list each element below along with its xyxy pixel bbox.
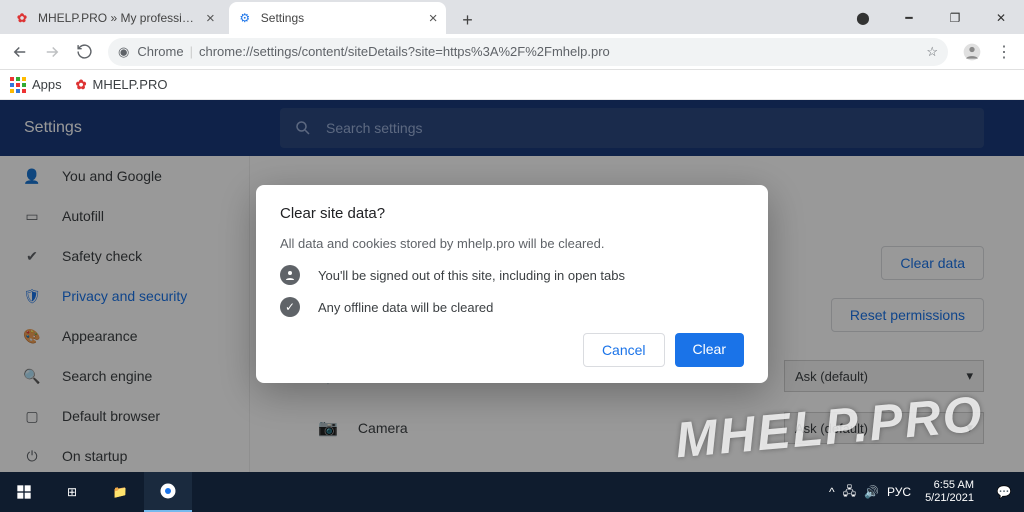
system-tray: ^ 🖧 🔊 РУС 6:55 AM 5/21/2021 💬: [829, 472, 1024, 512]
omnibox-prefix: Chrome: [137, 44, 183, 59]
volume-icon[interactable]: 🔊: [864, 485, 879, 499]
clear-button[interactable]: Clear: [675, 333, 744, 367]
bookmark-mhelp[interactable]: ✿ MHELP.PRO: [76, 77, 168, 93]
network-icon[interactable]: 🖧: [843, 482, 856, 503]
person-icon: [280, 265, 300, 285]
profile-button[interactable]: [958, 38, 986, 66]
ambient-icon[interactable]: ⬤: [840, 2, 886, 34]
apps-icon: [10, 77, 26, 93]
window-controls: ⬤ ━ ❐ ✕: [840, 2, 1024, 34]
explorer-button[interactable]: 📁: [96, 472, 144, 512]
toolbar: ◉ Chrome | chrome://settings/content/sit…: [0, 34, 1024, 70]
new-tab-button[interactable]: +: [454, 6, 482, 34]
dialog-body: All data and cookies stored by mhelp.pro…: [280, 236, 744, 251]
offline-icon: ✓: [280, 297, 300, 317]
clear-site-data-dialog: Clear site data? All data and cookies st…: [256, 185, 768, 383]
apps-shortcut[interactable]: Apps: [10, 77, 62, 93]
notifications-button[interactable]: 💬: [988, 472, 1020, 512]
dialog-title: Clear site data?: [280, 205, 744, 222]
minimize-button[interactable]: ━: [886, 2, 932, 34]
close-icon[interactable]: ×: [206, 10, 215, 27]
windows-taskbar: ⊞ 📁 ^ 🖧 🔊 РУС 6:55 AM 5/21/2021 💬: [0, 472, 1024, 512]
browser-tab-strip: ✿ MHELP.PRO » My professional IT × ⚙ Set…: [0, 0, 1024, 34]
forward-button: [38, 38, 66, 66]
tray-chevron-icon[interactable]: ^: [829, 485, 835, 499]
dialog-row-signout: You'll be signed out of this site, inclu…: [280, 265, 744, 285]
tab-title: MHELP.PRO » My professional IT: [38, 11, 198, 25]
tab-settings[interactable]: ⚙ Settings ×: [229, 2, 446, 34]
apps-label: Apps: [32, 77, 62, 92]
bookmark-star-icon[interactable]: ☆: [926, 44, 938, 60]
site-info-icon[interactable]: ◉: [118, 44, 129, 60]
bookmark-icon: ✿: [76, 77, 87, 93]
favicon-settings: ⚙: [237, 10, 253, 26]
omnibox-url: chrome://settings/content/siteDetails?si…: [199, 44, 926, 59]
task-view-button[interactable]: ⊞: [48, 472, 96, 512]
bookmark-bar: Apps ✿ MHELP.PRO: [0, 70, 1024, 100]
language-indicator[interactable]: РУС: [887, 485, 911, 499]
back-button[interactable]: [6, 38, 34, 66]
reload-button[interactable]: [70, 38, 98, 66]
chrome-button[interactable]: [144, 472, 192, 512]
clock[interactable]: 6:55 AM 5/21/2021: [919, 479, 980, 505]
maximize-button[interactable]: ❐: [932, 2, 978, 34]
omnibox[interactable]: ◉ Chrome | chrome://settings/content/sit…: [108, 38, 948, 66]
dialog-row-offline: ✓ Any offline data will be cleared: [280, 297, 744, 317]
close-icon[interactable]: ×: [429, 10, 438, 27]
tab-title: Settings: [261, 11, 421, 25]
favicon-mhelp: ✿: [14, 10, 30, 26]
cancel-button[interactable]: Cancel: [583, 333, 665, 367]
close-button[interactable]: ✕: [978, 2, 1024, 34]
start-button[interactable]: [0, 472, 48, 512]
bookmark-label: MHELP.PRO: [93, 77, 168, 92]
tab-mhelp[interactable]: ✿ MHELP.PRO » My professional IT ×: [6, 2, 223, 34]
menu-button[interactable]: ⋮: [990, 38, 1018, 66]
